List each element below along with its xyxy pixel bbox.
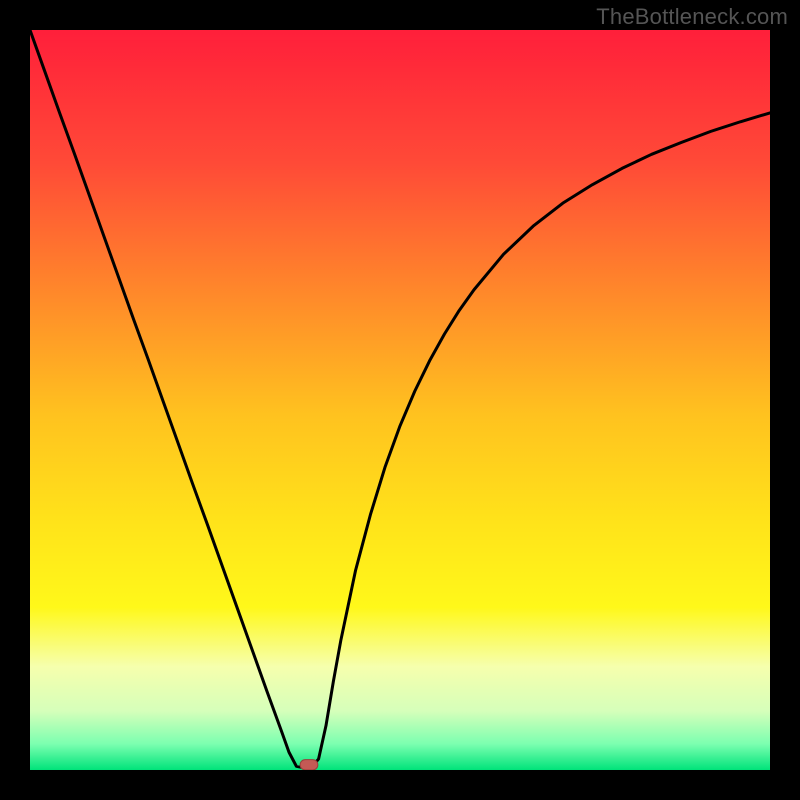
gradient-background: [30, 30, 770, 770]
plot-area: [30, 30, 770, 770]
chart-svg: [30, 30, 770, 770]
min-marker: [300, 760, 318, 770]
watermark-text: TheBottleneck.com: [596, 4, 788, 30]
chart-frame: TheBottleneck.com: [0, 0, 800, 800]
